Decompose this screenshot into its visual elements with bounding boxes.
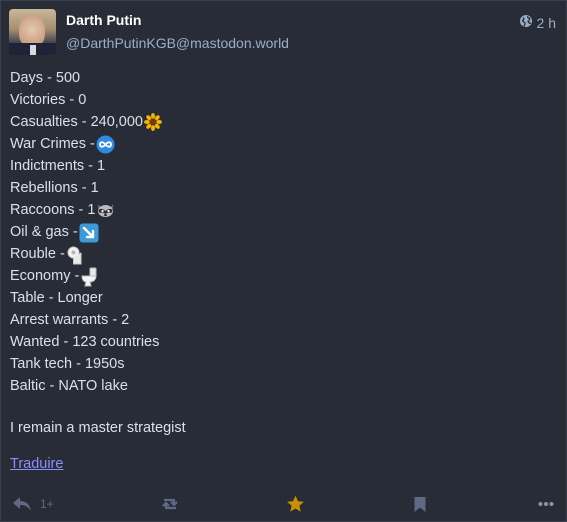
content-line-text: Rouble - [10,246,65,262]
reply-count: 1+ [40,497,54,511]
reply-button[interactable]: 1+ [12,491,54,517]
content-line-text: Arrest warrants - 2 [10,312,130,328]
content-line: Table - Longer [10,287,550,309]
content-line: Days - 500 [10,67,550,89]
content-line: War Crimes - [10,133,550,155]
timestamp[interactable]: 2 h [537,15,556,31]
content-line-text: Baltic - NATO lake [10,378,128,394]
bookmark-icon [413,496,427,513]
content-line-text: Days - 500 [10,70,81,86]
content-line: Economy - [10,265,550,287]
reply-icon [12,495,34,513]
author-handle[interactable]: @DarthPutinKGB@mastodon.world [66,35,289,51]
favourite-button[interactable] [286,491,305,517]
content-line-text: War Crimes - [10,136,95,152]
content-line: Oil & gas - [10,221,550,243]
translate-link[interactable]: Traduire [10,456,63,472]
content-line-text: Raccoons - 1 [10,202,96,218]
boost-button[interactable] [159,491,181,517]
content-line: Baltic - NATO lake [10,375,550,397]
sunflower-icon [144,113,162,131]
content-line-text: Casualties - 240,000 [10,114,143,130]
toilet-paper-icon [66,245,84,265]
status-meta[interactable]: 2 h [519,14,556,31]
content-line-text: Rebellions - 1 [10,180,99,196]
content-line-text: Table - Longer [10,290,103,306]
status-card: Darth Putin @DarthPutinKGB@mastodon.worl… [0,0,567,522]
content-line: Wanted - 123 countries [10,331,550,353]
content-line-text: Indictments - 1 [10,158,106,174]
boost-icon [159,496,181,512]
content-line-text: Tank tech - 1950s [10,356,125,372]
content-line: Raccoons - 1 [10,199,550,221]
status-content: Days - 500 Victories - 0 Casualties - 24… [10,67,550,439]
arrow-down-right-icon [79,223,99,243]
content-line: Indictments - 1 [10,155,550,177]
content-line-text: Victories - 0 [10,92,87,108]
content-line-text: Wanted - 123 countries [10,334,160,350]
content-line-text: Economy - [10,268,80,284]
content-line: Rebellions - 1 [10,177,550,199]
content-line-text: Oil & gas - [10,224,78,240]
raccoon-icon [96,201,114,219]
author-display-name[interactable]: Darth Putin [66,12,141,28]
toilet-icon [80,267,98,287]
content-line: Rouble - [10,243,550,265]
infinity-icon [96,135,115,154]
content-line: Tank tech - 1950s [10,353,550,375]
avatar-tie [30,45,36,55]
more-icon [538,501,554,507]
favourite-icon [286,495,305,513]
avatar[interactable] [9,9,56,55]
content-line: Casualties - 240,000 [10,111,550,133]
content-line: Victories - 0 [10,89,550,111]
bookmark-button[interactable] [413,491,427,517]
content-line: Arrest warrants - 2 [10,309,550,331]
globe-icon [519,14,533,31]
action-bar: 1+ [1,491,566,517]
content-closing: I remain a master strategist [10,420,186,436]
more-button[interactable] [538,491,554,517]
